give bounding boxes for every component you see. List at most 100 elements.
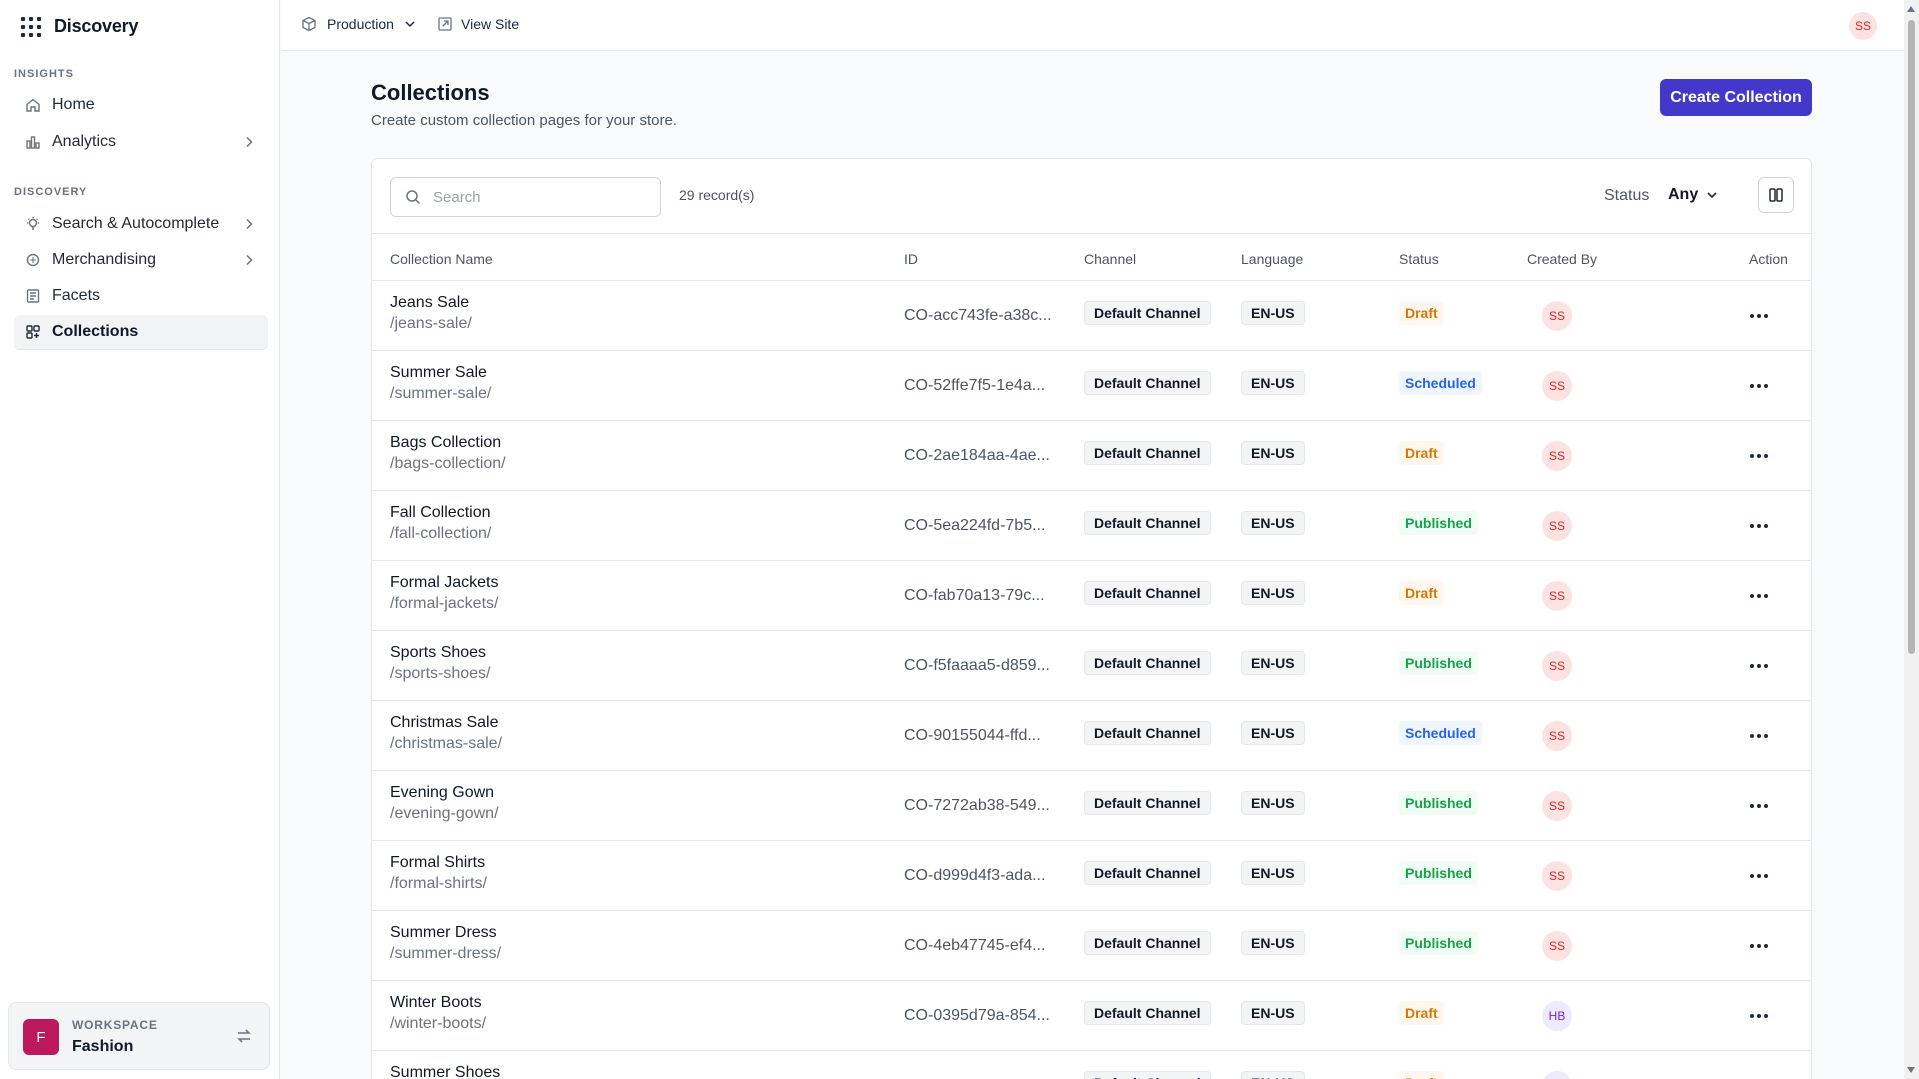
more-actions-icon[interactable] [1747,586,1771,606]
collection-id: CO-0395d79a-854... [904,1007,1050,1024]
collection-name[interactable]: Evening Gown [390,784,499,802]
table-row[interactable]: Bags Collection/bags-collection/CO-2ae18… [372,421,1811,491]
columns-toggle-button[interactable] [1758,177,1794,213]
sidebar-item-merchandising[interactable]: Merchandising [14,243,268,277]
more-actions-icon[interactable] [1747,1006,1771,1026]
collection-name[interactable]: Formal Jackets [390,574,498,592]
table-row[interactable]: Evening Gown/evening-gown/CO-7272ab38-54… [372,771,1811,841]
sidebar-item-analytics[interactable]: Analytics [14,125,268,159]
language-chip: EN-US [1241,861,1305,885]
collection-name[interactable]: Sports Shoes [390,644,490,662]
collections-table-card: 29 record(s) Status Any Collection Name … [371,158,1812,1079]
workspace-switcher[interactable]: F WORKSPACE Fashion [8,1002,270,1070]
collection-name[interactable]: Jeans Sale [390,294,472,312]
scroll-thumb[interactable] [1908,20,1915,654]
language-chip: EN-US [1241,441,1305,465]
language-chip: EN-US [1241,511,1305,535]
creator-avatar: SS [1542,721,1572,751]
collection-name[interactable]: Formal Shirts [390,854,487,872]
swap-icon[interactable] [235,1027,253,1045]
chevron-right-icon [246,136,253,148]
channel-chip: Default Channel [1084,1001,1211,1025]
sidebar-item-label: Analytics [52,133,117,150]
more-actions-icon[interactable] [1747,376,1771,396]
merchandising-icon [24,251,42,269]
app-grid-icon[interactable] [20,16,41,37]
user-avatar[interactable]: SS [1849,12,1877,40]
status-badge: Published [1399,791,1478,815]
table-row[interactable]: Summer Sale/summer-sale/CO-52ffe7f5-1e4a… [372,351,1811,421]
more-actions-icon[interactable] [1747,516,1771,536]
more-actions-icon[interactable] [1747,726,1771,746]
view-site-label: View Site [461,16,520,32]
collection-name[interactable]: Summer Shoes [390,1064,500,1079]
sidebar-item-label: Collections [52,323,139,340]
sidebar-item-facets[interactable]: Facets [14,279,268,313]
status-badge: Scheduled [1399,371,1482,395]
header-created-by[interactable]: Created By [1527,251,1597,267]
collection-name[interactable]: Winter Boots [390,994,486,1012]
language-chip: EN-US [1241,651,1305,675]
more-actions-icon[interactable] [1747,446,1771,466]
more-actions-icon[interactable] [1747,656,1771,676]
columns-icon [1769,188,1783,202]
status-filter-select[interactable]: Any [1668,186,1718,204]
search-input[interactable] [433,186,653,208]
sidebar-item-home[interactable]: Home [14,88,268,122]
table-row[interactable]: Summer Dress/summer-dress/CO-4eb47745-ef… [372,911,1811,981]
collection-name[interactable]: Summer Dress [390,924,501,942]
table-row[interactable]: Formal Shirts/formal-shirts/CO-d999d4f3-… [372,841,1811,911]
channel-chip: Default Channel [1084,511,1211,535]
chevron-down-icon [1707,192,1717,199]
page-scrollbar[interactable] [1904,0,1919,1079]
channel-chip: Default Channel [1084,371,1211,395]
sidebar-item-search-autocomplete[interactable]: Search & Autocomplete [14,207,268,241]
sidebar-item-collections[interactable]: Collections [14,315,268,349]
chevron-right-icon [246,254,253,266]
collection-path: /christmas-sale/ [390,735,503,752]
topbar: Production View Site SS [281,0,1919,51]
scroll-up-arrow[interactable] [1907,6,1915,12]
collection-name[interactable]: Christmas Sale [390,714,502,732]
more-actions-icon[interactable] [1747,306,1771,326]
more-actions-icon[interactable] [1747,936,1771,956]
collection-id: CO-5ea224fd-7b5... [904,517,1046,534]
collection-id: CO-f5faaaa5-d859... [904,657,1050,674]
collection-id: CO-acc743fe-a38c... [904,307,1052,324]
table-row[interactable]: Christmas Sale/christmas-sale/CO-9015504… [372,701,1811,771]
analytics-icon [24,133,42,151]
scroll-down-arrow[interactable] [1907,1067,1915,1073]
header-channel[interactable]: Channel [1084,251,1136,267]
more-actions-icon[interactable] [1747,796,1771,816]
header-status[interactable]: Status [1399,251,1439,267]
language-chip: EN-US [1241,1071,1305,1079]
language-chip: EN-US [1241,301,1305,325]
collection-id: CO-90155044-ffd... [904,727,1041,744]
collection-name[interactable]: Summer Sale [390,364,491,382]
collection-name[interactable]: Bags Collection [390,434,506,452]
table-row[interactable]: Summer Shoes Default Channel EN-US Draft HB [372,1051,1811,1079]
environment-selector[interactable]: Production [301,16,416,32]
external-link-icon [438,17,452,31]
collection-name-cell: Evening Gown/evening-gown/ [390,784,499,823]
view-site-link[interactable]: View Site [437,16,519,32]
status-badge: Draft [1399,1071,1444,1079]
collection-name-cell: Bags Collection/bags-collection/ [390,434,506,473]
table-row[interactable]: Sports Shoes/sports-shoes/CO-f5faaaa5-d8… [372,631,1811,701]
channel-chip: Default Channel [1084,301,1211,325]
collection-path: /jeans-sale/ [390,315,472,332]
collection-path: /bags-collection/ [390,455,506,472]
header-language[interactable]: Language [1241,251,1303,267]
create-collection-button[interactable]: Create Collection [1660,79,1812,116]
creator-avatar: SS [1542,931,1572,961]
collection-name[interactable]: Fall Collection [390,504,491,522]
header-id[interactable]: ID [904,251,918,267]
table-row[interactable]: Fall Collection/fall-collection/CO-5ea22… [372,491,1811,561]
language-chip: EN-US [1241,721,1305,745]
table-row[interactable]: Formal Jackets/formal-jackets/CO-fab70a1… [372,561,1811,631]
more-actions-icon[interactable] [1747,866,1771,886]
table-row[interactable]: Jeans Sale/jeans-sale/CO-acc743fe-a38c..… [372,281,1811,351]
collection-name-cell: Sports Shoes/sports-shoes/ [390,644,490,683]
table-row[interactable]: Winter Boots/winter-boots/CO-0395d79a-85… [372,981,1811,1051]
header-collection-name[interactable]: Collection Name [390,251,493,267]
